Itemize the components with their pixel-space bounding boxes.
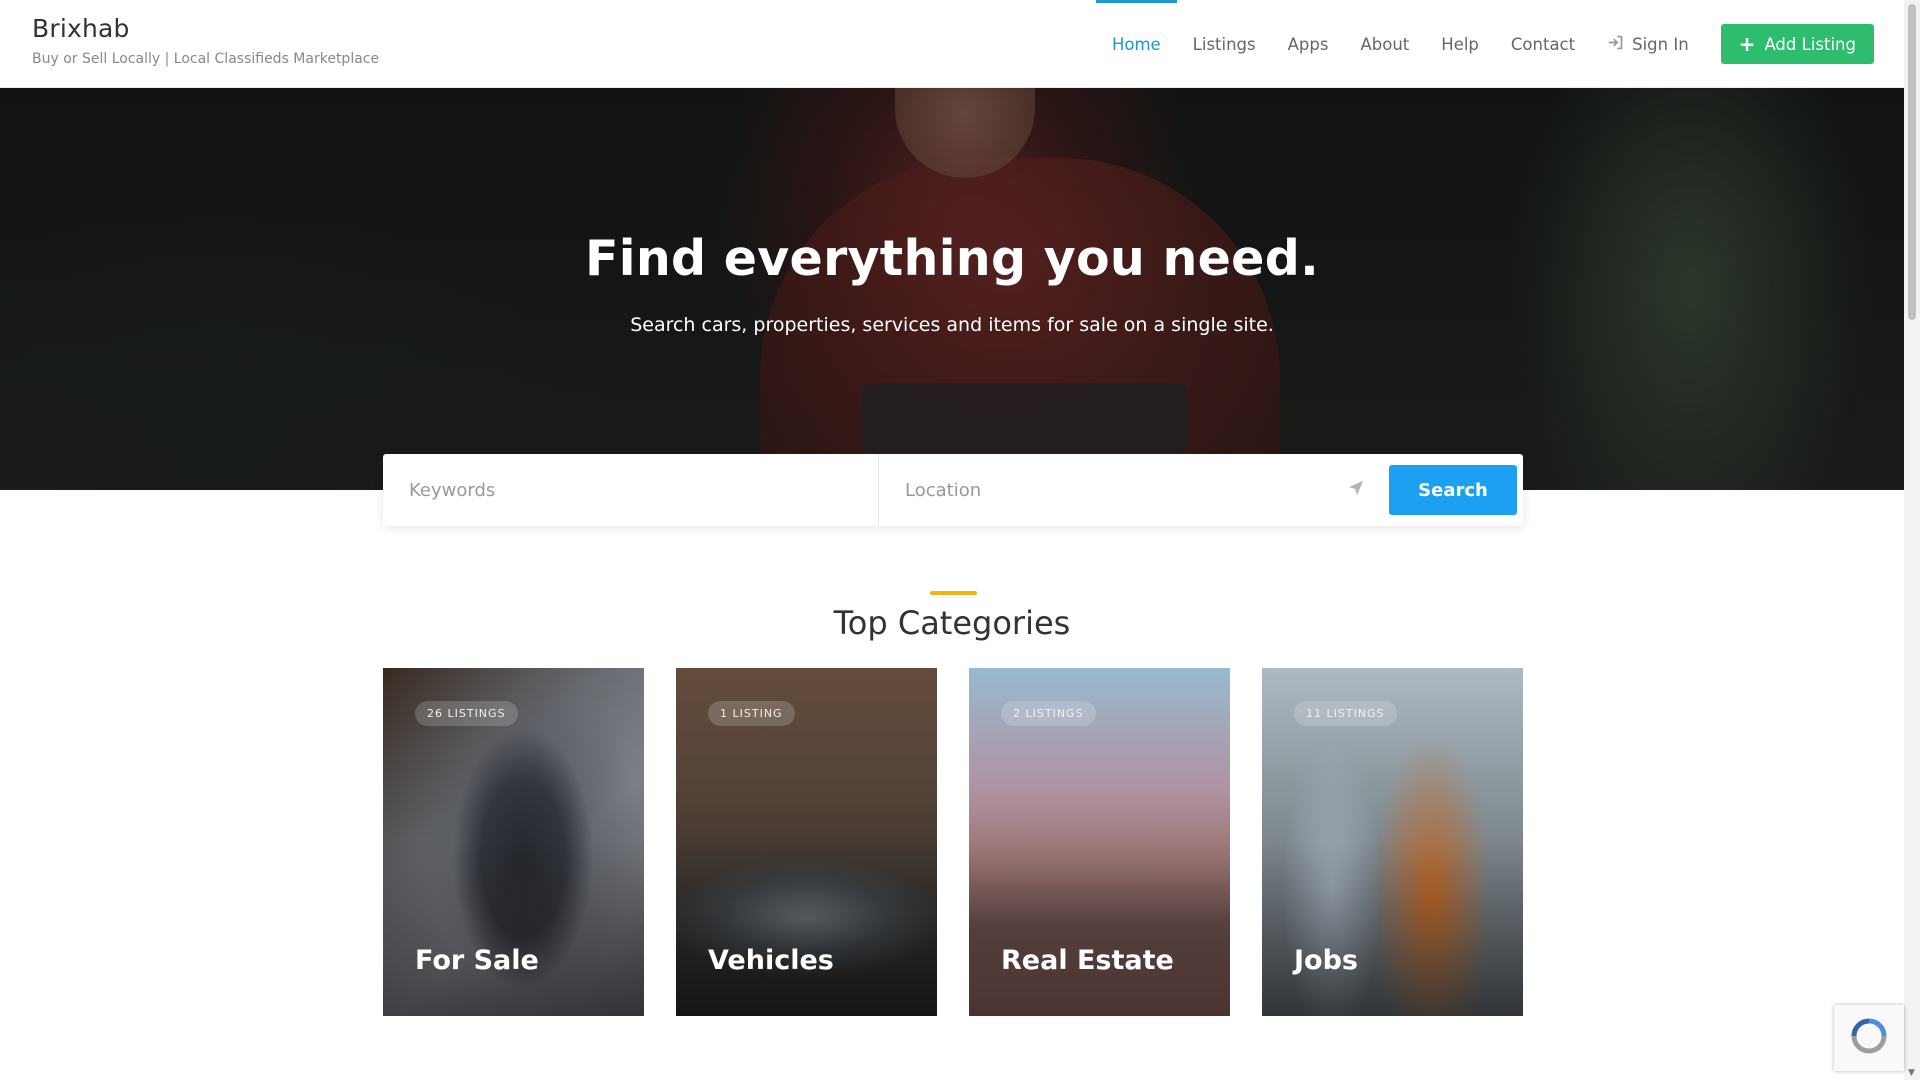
location-arrow-icon[interactable] xyxy=(1347,479,1365,502)
nav-item-about[interactable]: About xyxy=(1344,0,1425,88)
add-listing-label: Add Listing xyxy=(1764,34,1856,54)
category-card-for-sale[interactable]: 26 LISTINGS For Sale xyxy=(383,668,644,1016)
plus-icon: + xyxy=(1738,32,1756,56)
category-label: Jobs xyxy=(1294,945,1358,976)
main-nav: Home Listings Apps About Help Contact Si… xyxy=(1095,0,1874,88)
nav-item-listings[interactable]: Listings xyxy=(1177,0,1272,88)
recaptcha-icon xyxy=(1849,1016,1889,1060)
listing-count-badge: 2 LISTINGS xyxy=(1001,701,1096,726)
sign-in-icon xyxy=(1607,34,1624,55)
hero-overlay xyxy=(0,88,1904,490)
brand[interactable]: Brixhab Buy or Sell Locally | Local Clas… xyxy=(32,14,379,67)
hero-banner: Find everything you need. Search cars, p… xyxy=(0,88,1904,490)
category-card-jobs[interactable]: 11 LISTINGS Jobs xyxy=(1262,668,1523,1016)
category-label: For Sale xyxy=(415,945,539,976)
section-title: Top Categories xyxy=(833,604,1071,642)
scroll-down-arrow-icon[interactable]: ▼ xyxy=(1908,1068,1915,1078)
section-divider xyxy=(930,591,977,595)
category-card-real-estate[interactable]: 2 LISTINGS Real Estate xyxy=(969,668,1230,1016)
nav-item-home[interactable]: Home xyxy=(1095,0,1177,88)
scrollbar-thumb[interactable] xyxy=(1908,4,1916,320)
location-input[interactable]: Location xyxy=(879,454,1389,526)
location-placeholder: Location xyxy=(905,479,982,501)
keywords-input[interactable]: Keywords xyxy=(383,454,879,526)
sign-in-label: Sign In xyxy=(1632,34,1689,54)
nav-item-apps[interactable]: Apps xyxy=(1272,0,1345,88)
recaptcha-badge[interactable] xyxy=(1834,1005,1904,1071)
add-listing-button[interactable]: + Add Listing xyxy=(1720,24,1874,64)
page-scrollbar[interactable]: ▼ xyxy=(1904,0,1920,1080)
brand-tagline: Buy or Sell Locally | Local Classifieds … xyxy=(32,51,380,67)
category-card-vehicles[interactable]: 1 LISTING Vehicles xyxy=(676,668,937,1016)
category-label: Vehicles xyxy=(708,945,834,976)
brand-name[interactable]: Brixhab xyxy=(32,14,379,43)
listing-count-badge: 11 LISTINGS xyxy=(1294,701,1397,726)
listing-count-badge: 26 LISTINGS xyxy=(415,701,518,726)
site-header: Brixhab Buy or Sell Locally | Local Clas… xyxy=(0,0,1904,88)
nav-item-help[interactable]: Help xyxy=(1425,0,1495,88)
category-label: Real Estate xyxy=(1001,945,1174,976)
page: Brixhab Buy or Sell Locally | Local Clas… xyxy=(0,0,1920,1080)
sign-in-link[interactable]: Sign In xyxy=(1591,0,1705,88)
hero-title: Find everything you need. xyxy=(584,230,1319,287)
search-button[interactable]: Search xyxy=(1389,465,1517,515)
listing-count-badge: 1 LISTING xyxy=(708,701,795,726)
nav-item-contact[interactable]: Contact xyxy=(1495,0,1591,88)
hero-subtitle: Search cars, properties, services and it… xyxy=(630,314,1274,336)
search-bar: Keywords Location Search xyxy=(383,454,1523,526)
